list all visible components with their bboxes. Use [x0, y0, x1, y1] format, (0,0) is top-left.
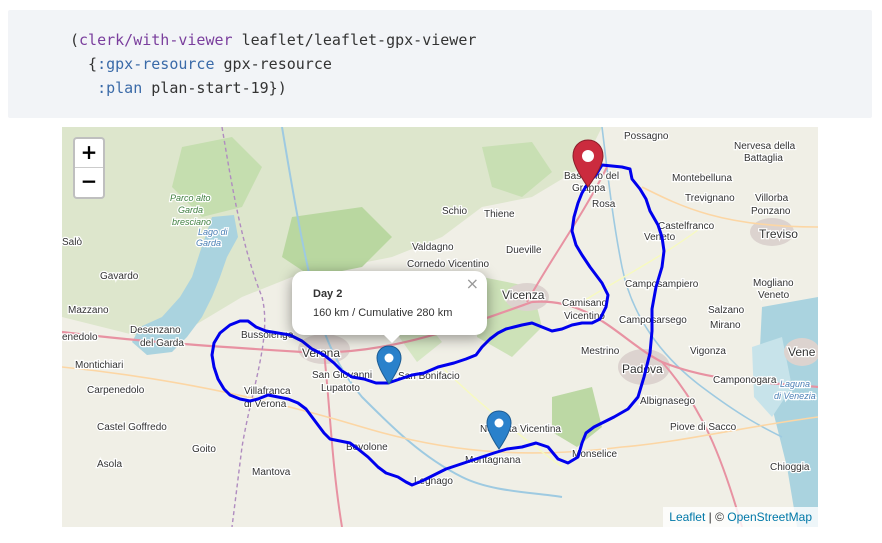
popup-close-button[interactable]: × — [466, 274, 479, 293]
place-label: Cornedo Vicentino — [407, 259, 490, 270]
place-label: Vene — [788, 345, 816, 359]
openstreetmap-link[interactable]: OpenStreetMap — [727, 510, 812, 524]
place-label: Battaglia — [744, 153, 783, 164]
place-label: Salò — [62, 237, 82, 248]
place-label: Mantova — [252, 467, 291, 478]
zoom-out-button[interactable]: − — [75, 168, 103, 196]
place-label: Valdagno — [412, 242, 454, 253]
place-label: Veneto — [758, 290, 790, 301]
start-marker-pin — [572, 139, 604, 188]
code-block: (clerk/with-viewer leaflet/leaflet-gpx-v… — [8, 10, 872, 118]
place-label: Garda — [196, 238, 221, 248]
attribution-separator: | © — [705, 510, 728, 524]
place-label: Schio — [442, 206, 467, 217]
place-label: Chioggia — [770, 462, 810, 473]
place-label: Asola — [97, 459, 122, 470]
place-label: Mestrino — [581, 346, 620, 357]
place-label: Lupatoto — [321, 383, 360, 394]
place-label: Gavardo — [100, 271, 139, 282]
place-label: enedolo — [62, 332, 98, 343]
code-value: gpx-resource — [214, 55, 332, 73]
place-label: Salzano — [708, 305, 745, 316]
marker-popup: × Day 2 160 km / Cumulative 280 km — [292, 271, 487, 343]
popup-body: 160 km / Cumulative 280 km — [313, 307, 453, 319]
place-label: Thiene — [484, 209, 515, 220]
leaflet-map[interactable]: Possagno Nervesa della Battaglia Bassano… — [62, 127, 818, 527]
place-label: Camposampiero — [625, 279, 699, 290]
place-label: Parco alto — [170, 193, 211, 203]
code-argument: leaflet/leaflet-gpx-viewer — [232, 31, 477, 49]
waypoint-marker-pin — [486, 410, 512, 450]
place-label: Montebelluna — [672, 173, 732, 184]
place-label: Treviso — [759, 227, 798, 241]
place-label: Mirano — [710, 320, 741, 331]
waypoint-marker-dot — [494, 418, 504, 428]
place-label: Rosa — [592, 199, 616, 210]
place-label: del Garda — [140, 338, 184, 349]
code-keyword: :gpx-resource — [97, 55, 215, 73]
place-label: Nervesa della — [734, 141, 796, 152]
place-label: Piove di Sacco — [670, 422, 737, 433]
code-function: clerk/with-viewer — [79, 31, 233, 49]
place-label: Dueville — [506, 245, 542, 256]
zoom-in-button[interactable]: + — [75, 139, 103, 168]
place-label: Castel Goffredo — [97, 422, 167, 433]
popup-tip — [382, 333, 402, 343]
start-marker[interactable] — [571, 139, 605, 189]
place-label: Villorba — [755, 193, 789, 204]
code-line-1: (clerk/with-viewer leaflet/leaflet-gpx-v… — [70, 28, 872, 52]
waypoint-marker-pin — [376, 345, 402, 385]
code-line-3: :plan plan-start-19}) — [70, 76, 872, 100]
code-line-2: {:gpx-resource gpx-resource — [70, 52, 872, 76]
place-label: Trevignano — [685, 193, 735, 204]
place-label: Castelfranco — [658, 221, 715, 232]
place-label: Camisano — [562, 298, 607, 309]
place-label: Camponogara — [713, 375, 777, 386]
place-label: Desenzano — [130, 325, 181, 336]
place-label: Carpenedolo — [87, 385, 145, 396]
waypoint-marker-dot — [384, 353, 394, 363]
leaflet-link[interactable]: Leaflet — [669, 510, 705, 524]
code-brace: { — [70, 55, 98, 73]
code-paren: ( — [70, 31, 80, 49]
place-label: Garda — [178, 205, 203, 215]
place-label: Possagno — [624, 131, 669, 142]
waypoint-marker[interactable] — [376, 345, 402, 385]
waypoint-marker[interactable] — [486, 410, 512, 450]
place-label: Laguna — [780, 379, 810, 389]
place-label: Goito — [192, 444, 216, 455]
map-attribution: Leaflet | © OpenStreetMap — [663, 507, 818, 527]
zoom-control: + − — [73, 137, 105, 199]
place-label: Vicenza — [502, 288, 545, 302]
code-keyword: :plan — [97, 79, 143, 97]
place-label: di Venezia — [774, 391, 816, 401]
place-label: Montichiari — [75, 360, 123, 371]
popup-title: Day 2 — [313, 288, 343, 300]
code-value: plan-start-19}) — [142, 79, 287, 97]
place-label: Padova — [622, 362, 663, 376]
start-marker-dot — [582, 150, 594, 162]
place-label: Lago di — [198, 227, 229, 237]
place-label: Mazzano — [68, 305, 109, 316]
place-label: Mogliano — [753, 278, 794, 289]
place-label: Albignasego — [640, 396, 695, 407]
place-label: Vigonza — [690, 346, 726, 357]
place-label: bresciano — [172, 217, 211, 227]
place-label: Ponzano — [751, 206, 791, 217]
